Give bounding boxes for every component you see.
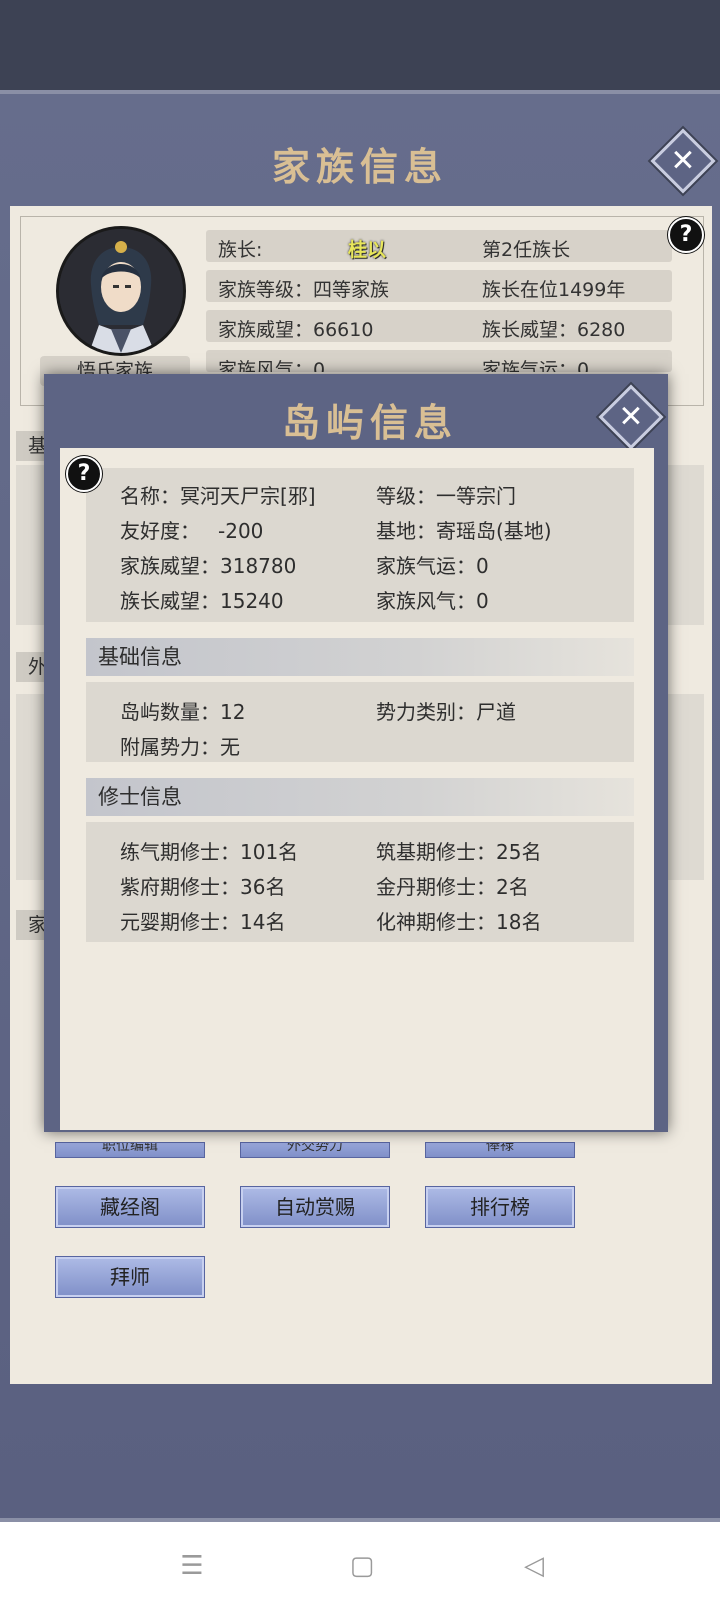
- clan-level: 家族等级：四等家族: [218, 279, 390, 301]
- faction-base: 基地：寄瑶岛(基地): [376, 519, 552, 543]
- island-help-icon[interactable]: ?: [66, 456, 102, 492]
- diplomacy-button[interactable]: 外交势力: [240, 1142, 390, 1158]
- affiliated-faction: 附属势力：无: [120, 735, 240, 759]
- clan-morale: 家族风气：0: [218, 359, 326, 372]
- faction-friendship: 友好度： -200: [120, 519, 264, 543]
- basic-info-header: 基础信息: [86, 638, 634, 676]
- faction-prestige: 家族威望：318780: [120, 554, 297, 578]
- island-window-title: 岛屿信息: [282, 400, 459, 445]
- faction-morale: 家族风气：0: [376, 589, 489, 613]
- clan-prestige-row: 家族威望：66610 族长威望：6280: [206, 310, 672, 342]
- foundation-count: 筑基期修士：25名: [376, 840, 542, 864]
- clan-window-title: 家族信息: [272, 144, 449, 189]
- qi-refining-count: 练气期修士：101名: [120, 840, 299, 864]
- spirit-transform-count: 化神期修士：18名: [376, 910, 542, 934]
- leader-tenure: 族长在位1499年: [482, 279, 626, 301]
- apprentice-button[interactable]: 拜师: [55, 1256, 205, 1298]
- clan-morale-row: 家族风气：0 家族气运：0: [206, 350, 672, 372]
- back-icon[interactable]: ◁: [514, 1546, 554, 1586]
- right-content-basic: [664, 465, 704, 625]
- salary-button[interactable]: 俸禄: [425, 1142, 575, 1158]
- clan-prestige: 家族威望：66610: [218, 319, 374, 341]
- clan-level-row: 家族等级：四等家族 族长在位1499年: [206, 270, 672, 302]
- leader-label: 族长:: [218, 239, 263, 261]
- top-status-area: [0, 0, 720, 92]
- leader-prestige: 族长威望：6280: [482, 319, 626, 341]
- position-edit-button[interactable]: 职位编辑: [55, 1142, 205, 1158]
- island-count: 岛屿数量：12: [120, 700, 246, 724]
- system-navbar: ☰ ▢ ◁: [0, 1522, 720, 1612]
- home-icon[interactable]: ▢: [342, 1546, 382, 1586]
- menu-icon[interactable]: ☰: [172, 1546, 212, 1586]
- leader-generation: 第2任族长: [482, 239, 571, 261]
- right-content-diplomacy: [664, 694, 704, 880]
- leaderboard-button[interactable]: 排行榜: [425, 1186, 575, 1228]
- auto-reward-button[interactable]: 自动赏赐: [240, 1186, 390, 1228]
- cultivator-info-header: 修士信息: [86, 778, 634, 816]
- faction-leader-prestige: 族长威望：15240: [120, 589, 284, 613]
- nascent-soul-count: 元婴期修士：14名: [120, 910, 286, 934]
- clan-luck: 家族气运：0: [482, 359, 590, 372]
- golden-core-count: 金丹期修士：2名: [376, 875, 529, 899]
- clan-leader-avatar[interactable]: [56, 226, 186, 356]
- close-icon: ✕: [618, 399, 644, 435]
- clan-help-icon[interactable]: ?: [668, 217, 704, 253]
- scripture-pavilion-button[interactable]: 藏经阁: [55, 1186, 205, 1228]
- faction-level: 等级：一等宗门: [376, 484, 516, 508]
- close-icon: ✕: [670, 143, 696, 179]
- faction-name: 名称：冥河天尸宗[邪]: [120, 484, 316, 508]
- leader-row: 族长: 桂以 第2任族长: [206, 230, 672, 262]
- leader-name[interactable]: 桂以: [348, 235, 386, 262]
- faction-type: 势力类别：尸道: [376, 700, 516, 724]
- faction-luck: 家族气运：0: [376, 554, 489, 578]
- zifu-count: 紫府期修士：36名: [120, 875, 286, 899]
